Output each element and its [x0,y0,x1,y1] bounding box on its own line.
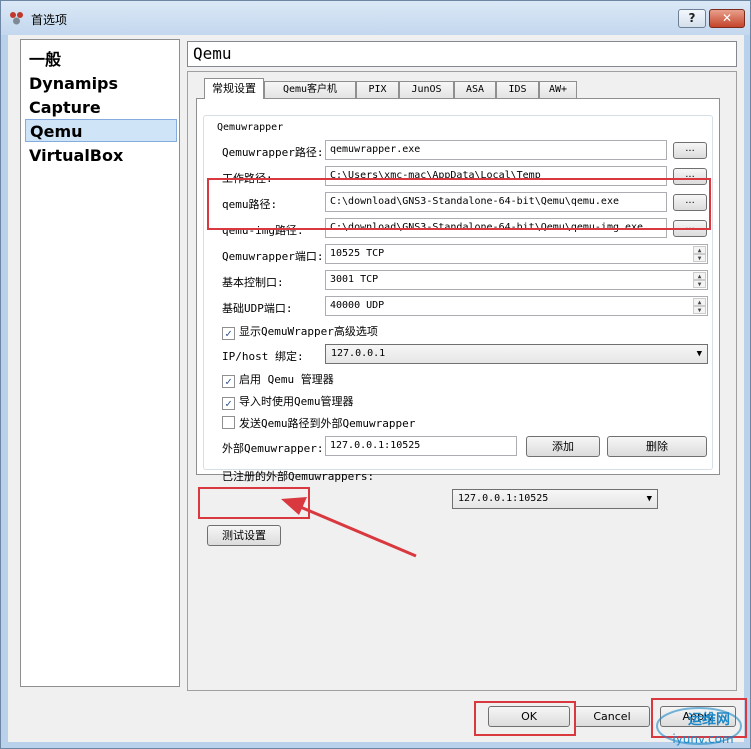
qemuwrapper-port-label: Qemuwrapper端口: [222,250,324,263]
base-udp-port-label: 基础UDP端口: [222,302,293,315]
base-console-port-label: 基本控制口: [222,276,284,289]
sidebar-item-virtualbox[interactable]: VirtualBox [25,144,177,167]
send-paths-external-label: 发送Qemu路径到外部Qemuwrapper [239,417,416,430]
checkbox-checked-icon: ✓ [222,397,235,410]
window-title: 首选项 [31,13,68,27]
qemuwrapper-port-spinbox[interactable]: 10525 TCP ▲ ▼ [325,244,708,264]
sidebar-item-dynamips[interactable]: Dynamips [25,72,177,95]
external-qemuwrapper-label: 外部Qemuwrapper: [222,442,324,455]
spin-arrows-icon[interactable]: ▲ ▼ [693,272,706,288]
qemuwrapper-path-input[interactable]: qemuwrapper.exe [325,140,667,160]
svg-text:运维网: 运维网 [688,711,730,728]
dialog-body: 一般 Dynamips Capture Qemu VirtualBox Qemu… [8,35,744,742]
tab-pix[interactable]: PIX [356,81,399,98]
ip-host-binding-value: 127.0.0.1 [331,348,386,359]
base-udp-port-value: 40000 UDP [330,300,385,311]
settings-panel: 常规设置 Qemu客户机 PIX JunOS ASA IDS AW+ Qemuw… [187,71,737,691]
ok-button-highlight [474,701,576,736]
send-paths-external-checkbox[interactable]: 发送Qemu路径到外部Qemuwrapper [222,415,416,430]
category-list[interactable]: 一般 Dynamips Capture Qemu VirtualBox [20,39,180,687]
registered-external-select[interactable]: 127.0.0.1:10525 ▼ [452,489,658,509]
enable-qemu-manager-label: 启用 Qemu 管理器 [239,373,334,386]
show-advanced-checkbox[interactable]: ✓ 显示QemuWrapper高级选项 [222,323,378,340]
add-button[interactable]: 添加 [526,436,600,457]
import-use-manager-label: 导入时使用Qemu管理器 [239,395,354,408]
sidebar-item-capture[interactable]: Capture [25,96,177,119]
test-button-highlight [198,487,310,519]
general-tab-content: Qemuwrapper Qemuwrapper路径: qemuwrapper.e… [196,98,720,483]
registered-external-value: 127.0.0.1:10525 [458,493,549,504]
svg-text:iyunv.com: iyunv.com [672,732,733,746]
group-title: Qemuwrapper [214,122,287,133]
show-advanced-label: 显示QemuWrapper高级选项 [239,325,378,338]
chevron-down-icon: ▼ [646,494,652,504]
tab-asa[interactable]: ASA [454,81,496,98]
cancel-button[interactable]: Cancel [574,706,650,727]
external-qemuwrapper-input[interactable]: 127.0.0.1:10525 [325,436,517,456]
tab-qemu-guest[interactable]: Qemu客户机 [264,81,356,98]
base-console-port-value: 3001 TCP [330,274,379,285]
page-title: Qemu [187,41,737,67]
app-icon [10,12,23,25]
tab-junos[interactable]: JunOS [399,81,454,98]
tab-general[interactable]: 常规设置 [204,78,264,99]
checkbox-unchecked-icon [222,416,235,429]
sidebar-item-general[interactable]: 一般 [25,48,177,71]
chevron-down-icon: ▼ [696,349,702,359]
ip-host-binding-select[interactable]: 127.0.0.1 ▼ [325,344,708,364]
sidebar-item-qemu[interactable]: Qemu [25,119,177,142]
enable-qemu-manager-checkbox[interactable]: ✓ 启用 Qemu 管理器 [222,371,334,388]
test-settings-button[interactable]: 测试设置 [207,525,281,546]
close-button[interactable]: ✕ [709,9,745,28]
ip-host-binding-label: IP/host 绑定: [222,350,304,363]
title-bar[interactable]: 首选项 ? ✕ [1,1,750,35]
checkbox-checked-icon: ✓ [222,375,235,388]
preferences-window: 首选项 ? ✕ 一般 Dynamips Capture Qemu Virtual… [0,0,751,749]
delete-button[interactable]: 删除 [607,436,707,457]
qemuwrapper-path-label: Qemuwrapper路径: [222,146,324,159]
spin-arrows-icon[interactable]: ▲ ▼ [693,246,706,262]
base-udp-port-spinbox[interactable]: 40000 UDP ▲ ▼ [325,296,708,316]
import-use-manager-checkbox[interactable]: ✓ 导入时使用Qemu管理器 [222,393,354,410]
watermark-logo-icon: 运维网 iyunv.com [656,707,742,746]
qemu-paths-highlight [207,178,711,230]
qemuwrapper-path-browse-button[interactable]: ... [673,142,707,159]
qemuwrapper-port-value: 10525 TCP [330,248,385,259]
registered-external-label: 已注册的外部Qemuwrappers: [222,470,375,483]
checkbox-checked-icon: ✓ [222,327,235,340]
base-console-port-spinbox[interactable]: 3001 TCP ▲ ▼ [325,270,708,290]
spin-arrows-icon[interactable]: ▲ ▼ [693,298,706,314]
tab-ids[interactable]: IDS [496,81,539,98]
help-button[interactable]: ? [678,9,706,28]
tab-awplus[interactable]: AW+ [539,81,577,98]
